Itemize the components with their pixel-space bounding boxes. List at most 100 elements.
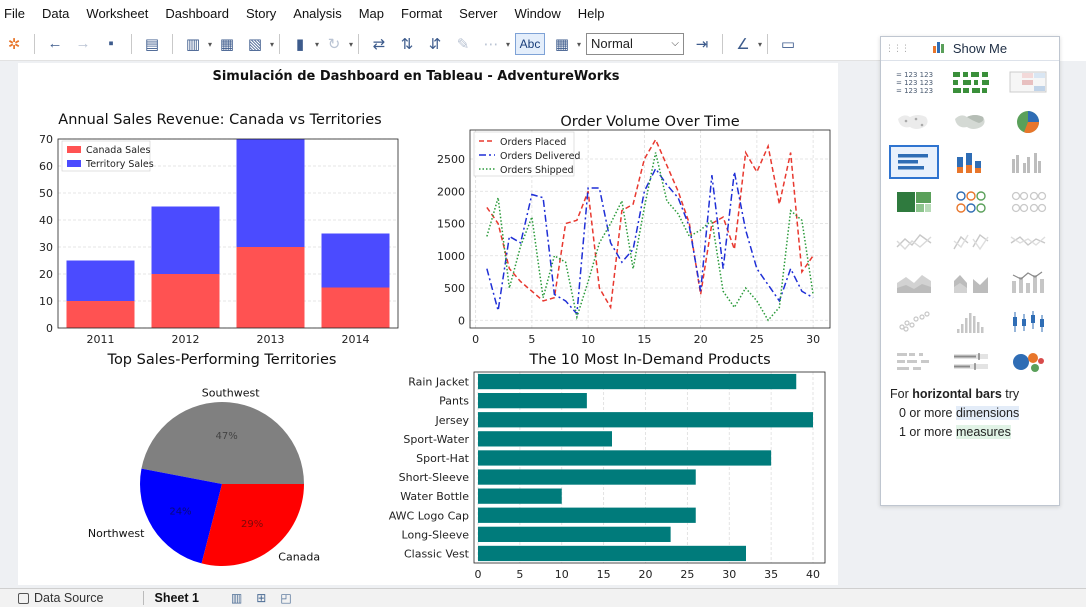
stacked-bars-thumb[interactable]: [946, 145, 996, 179]
data-source-tab[interactable]: Data Source: [18, 591, 103, 605]
menu-window[interactable]: Window: [514, 6, 560, 21]
product-label: Water Bottle: [400, 490, 469, 503]
product-label: Pants: [439, 395, 469, 408]
sheet-tab[interactable]: Sheet 1: [143, 591, 216, 605]
chart-title: Order Volume Over Time: [560, 114, 739, 130]
refresh-icon[interactable]: ↻: [322, 32, 353, 56]
pause-updates-icon[interactable]: ▮: [288, 32, 319, 56]
histogram-thumb[interactable]: [946, 305, 996, 339]
pie-chart-thumb[interactable]: [1003, 105, 1053, 139]
area-discrete-thumb[interactable]: [946, 265, 996, 299]
x-tick-label: 2014: [342, 333, 370, 346]
duplicate-sheet-icon[interactable]: ▦: [215, 32, 239, 56]
menu-server[interactable]: Server: [459, 6, 497, 21]
area-continuous-thumb[interactable]: [889, 265, 939, 299]
x-tick-label: 0: [472, 333, 479, 346]
legend-label: Canada Sales: [86, 145, 151, 156]
fit-select[interactable]: Normal ⌵: [586, 32, 684, 55]
toolbar-separator: [767, 33, 768, 54]
x-tick-label: 25: [680, 568, 694, 581]
bullet-graph-thumb[interactable]: [946, 345, 996, 379]
side-by-side-bars-thumb[interactable]: [1003, 145, 1053, 179]
new-data-source-icon[interactable]: ▤: [140, 32, 164, 56]
menu-worksheet[interactable]: Worksheet: [86, 6, 148, 21]
lines-discrete-thumb[interactable]: [946, 225, 996, 259]
pie-slice-label: Canada: [278, 551, 320, 564]
new-story-tab-icon[interactable]: ◰: [280, 591, 291, 605]
svg-text:= 123 123: = 123 123: [896, 87, 933, 95]
product-label: Jersey: [434, 414, 469, 427]
dashboard-canvas: Simulación de Dashboard en Tableau - Adv…: [18, 63, 838, 585]
gantt-chart-thumb[interactable]: [889, 345, 939, 379]
hint-suffix: try: [1001, 387, 1020, 401]
side-by-side-circles-thumb[interactable]: [1003, 185, 1053, 219]
menu-data[interactable]: Data: [42, 6, 69, 21]
y-tick-label: 1000: [437, 250, 465, 263]
new-worksheet-tab-icon[interactable]: ▥: [231, 591, 242, 605]
sort-descending-icon[interactable]: ⇵: [423, 32, 447, 56]
fix-axes-icon[interactable]: ▦: [550, 32, 581, 56]
x-tick-label: 2013: [257, 333, 285, 346]
box-whisker-thumb[interactable]: [1003, 305, 1053, 339]
menu-file[interactable]: File: [4, 6, 25, 21]
sort-ascending-icon[interactable]: ⇅: [395, 32, 419, 56]
highlight-table-thumb[interactable]: [1003, 65, 1053, 99]
chart-title: Top Sales-Performing Territories: [107, 352, 337, 368]
highlight-icon[interactable]: ✎: [451, 32, 475, 56]
presentation-icon[interactable]: ▭: [776, 32, 800, 56]
menu-analysis[interactable]: Analysis: [293, 6, 341, 21]
hint-measures-prefix: 1 or more: [899, 425, 956, 439]
pen-icon[interactable]: ∠: [731, 32, 762, 56]
product-label: Short-Sleeve: [399, 471, 470, 484]
y-tick-label: 0: [458, 314, 465, 327]
symbol-map-thumb[interactable]: [889, 105, 939, 139]
pie-percent-label: 29%: [241, 519, 263, 530]
treemap-thumb[interactable]: [889, 185, 939, 219]
dual-combination-thumb[interactable]: [1003, 265, 1053, 299]
menu-map[interactable]: Map: [359, 6, 384, 21]
save-icon[interactable]: ▪: [99, 32, 123, 56]
heat-map-thumb[interactable]: [946, 65, 996, 99]
annual-sales-chart: Annual Sales Revenue: Canada vs Territor…: [39, 112, 399, 346]
menu-story[interactable]: Story: [246, 6, 276, 21]
text-table-thumb[interactable]: = 123 123 = 123 123 = 123 123: [889, 65, 939, 99]
new-dashboard-tab-icon[interactable]: ⊞: [256, 591, 266, 605]
menu-dashboard[interactable]: Dashboard: [165, 6, 229, 21]
group-icon[interactable]: ⋯: [479, 32, 511, 56]
legend-swatch: [67, 146, 81, 153]
filled-map-thumb[interactable]: [946, 105, 996, 139]
bar-segment: [151, 274, 220, 328]
drag-grip-icon[interactable]: ⋮⋮⋮: [885, 43, 910, 54]
fix-view-icon[interactable]: ⇥: [690, 32, 714, 56]
bar-segment: [151, 206, 220, 274]
packed-bubbles-thumb[interactable]: [1003, 345, 1053, 379]
circle-views-thumb[interactable]: [946, 185, 996, 219]
redo-icon[interactable]: →: [71, 32, 95, 56]
x-tick-label: 20: [639, 568, 653, 581]
swap-rows-columns-icon[interactable]: ⇄: [367, 32, 391, 56]
x-tick-label: 15: [637, 333, 651, 346]
pie-slice: [141, 402, 304, 484]
undo-icon[interactable]: ←: [43, 32, 67, 56]
y-tick-label: 2500: [437, 153, 465, 166]
horizontal-bars-thumb[interactable]: [889, 145, 939, 179]
show-mark-labels-button[interactable]: Abc: [515, 32, 545, 55]
pie-percent-label: 24%: [169, 506, 191, 517]
pie-percent-label: 47%: [216, 431, 238, 442]
x-tick-label: 15: [597, 568, 611, 581]
hint-dimensions: dimensions: [955, 406, 1020, 420]
show-me-header[interactable]: ⋮⋮⋮ Show Me: [881, 37, 1059, 61]
toolbar-separator: [131, 33, 132, 54]
legend-swatch: [67, 160, 81, 167]
scatter-plot-thumb[interactable]: [889, 305, 939, 339]
lines-continuous-thumb[interactable]: [889, 225, 939, 259]
pie-slice-label: Southwest: [202, 387, 260, 400]
new-worksheet-icon[interactable]: ▥: [181, 32, 212, 56]
menu-help[interactable]: Help: [578, 6, 605, 21]
menu-format[interactable]: Format: [401, 6, 442, 21]
svg-text:= 123 123: = 123 123: [896, 79, 933, 87]
tableau-logo-icon[interactable]: ✲: [2, 32, 26, 56]
top-products-chart: The 10 Most In-Demand Products 0 5 10 15 20 25…: [389, 352, 826, 581]
dual-lines-thumb[interactable]: [1003, 225, 1053, 259]
clear-sheet-icon[interactable]: ▧: [243, 32, 274, 56]
